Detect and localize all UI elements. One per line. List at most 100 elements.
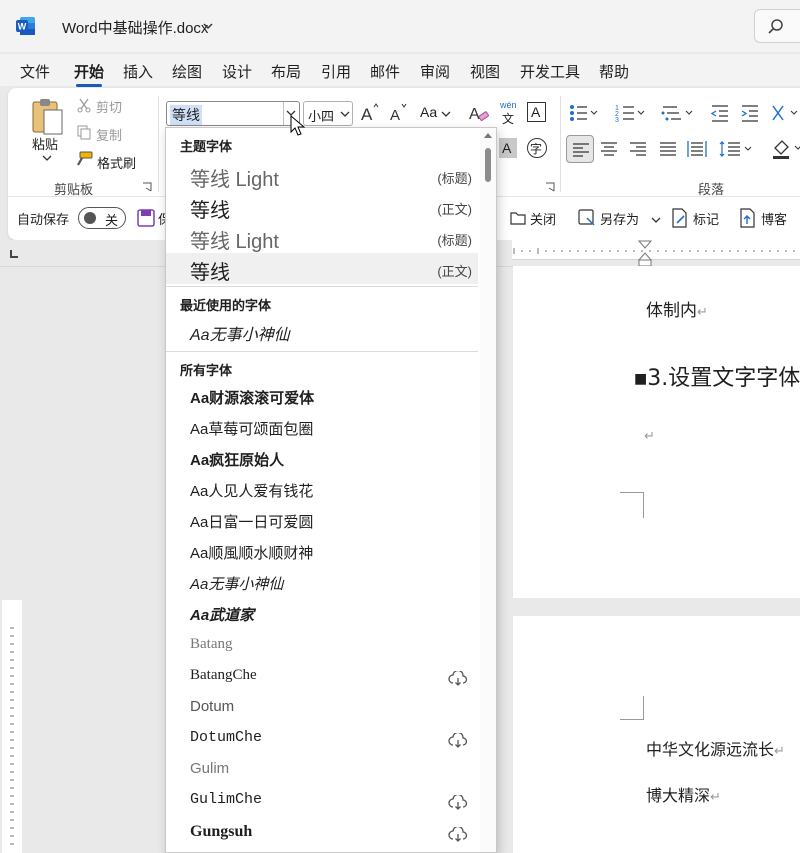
copy-button[interactable]: 复制 xyxy=(96,125,122,144)
font-option[interactable]: Aa疯狂原始人 xyxy=(166,446,478,477)
grow-font-icon[interactable]: A xyxy=(360,102,380,124)
multilevel-list-icon[interactable] xyxy=(661,102,693,124)
tab-stop-selector-icon[interactable] xyxy=(8,248,20,260)
font-option[interactable]: Gulim xyxy=(166,757,478,788)
character-border-button[interactable]: A xyxy=(527,102,546,122)
horizontal-ruler[interactable] xyxy=(512,240,800,260)
doc-line-2[interactable]: 中华文化源远流长↵ xyxy=(646,736,785,760)
font-dropdown-list[interactable]: 主题字体 等线 Light (标题) 等线 (正文) 等线 Light (标题)… xyxy=(165,127,497,853)
shading-bucket-icon[interactable] xyxy=(771,138,800,160)
justify-icon[interactable] xyxy=(659,141,677,157)
dialog-launcher-icon[interactable] xyxy=(142,182,152,192)
phonetic-guide-button[interactable]: 文 xyxy=(502,110,514,127)
increase-indent-icon[interactable] xyxy=(740,102,760,124)
align-center-icon[interactable] xyxy=(600,141,618,157)
dialog-launcher-icon[interactable] xyxy=(545,182,555,192)
align-left-button[interactable] xyxy=(566,135,594,163)
paste-clipboard-icon[interactable] xyxy=(30,96,64,136)
search-box[interactable] xyxy=(754,9,800,43)
font-name-value[interactable]: 等线 xyxy=(170,105,202,125)
tab-review[interactable]: 审阅 xyxy=(420,61,450,82)
font-option[interactable]: 等线 Light (标题) xyxy=(166,222,478,253)
doc-heading-text: 3.设置文字字体 xyxy=(647,366,800,391)
cut-button[interactable]: 剪切 xyxy=(96,97,122,116)
change-case-button[interactable]: Aa xyxy=(420,104,437,120)
font-option-tag: (正文) xyxy=(437,202,472,217)
font-option[interactable]: 等线 (正文) xyxy=(166,253,478,284)
font-option[interactable]: Aa无事小神仙 xyxy=(166,318,478,349)
paste-button[interactable]: 粘贴 xyxy=(32,134,58,153)
scroll-up-arrow-icon[interactable] xyxy=(484,133,492,138)
format-painter-button[interactable]: 格式刷 xyxy=(97,153,136,172)
document-page-2[interactable]: 中华文化源远流长↵ 博大精深↵ xyxy=(513,616,800,853)
font-option[interactable]: 等线 (正文) xyxy=(166,191,478,222)
font-size-value[interactable]: 小四 xyxy=(308,106,334,125)
ribbon-tabs: 文件 开始 插入 绘图 设计 布局 引用 邮件 审阅 视图 开发工具 帮助 xyxy=(0,54,800,87)
font-option[interactable]: DotumChe xyxy=(166,726,478,757)
tab-draw[interactable]: 绘图 xyxy=(172,61,202,82)
mark-button[interactable]: 标记 xyxy=(693,209,719,228)
text-direction-icon[interactable] xyxy=(771,102,800,124)
decrease-indent-icon[interactable] xyxy=(710,102,730,124)
format-painter-icon xyxy=(77,151,93,166)
character-shading-button[interactable]: A xyxy=(499,138,517,158)
tab-help[interactable]: 帮助 xyxy=(599,61,629,82)
tab-references[interactable]: 引用 xyxy=(321,61,351,82)
tab-view[interactable]: 视图 xyxy=(470,61,500,82)
tab-file[interactable]: 文件 xyxy=(20,61,50,82)
font-option[interactable]: BatangChe xyxy=(166,664,478,695)
font-name-combobox[interactable]: 等线 xyxy=(166,101,300,126)
tab-home[interactable]: 开始 xyxy=(74,61,104,82)
paragraph-mark: ↵ xyxy=(710,790,721,805)
doc-line-3[interactable]: 博大精深↵ xyxy=(646,782,721,806)
tab-mailings[interactable]: 邮件 xyxy=(370,61,400,82)
tab-layout[interactable]: 布局 xyxy=(271,61,301,82)
word-app-icon[interactable]: W xyxy=(16,16,36,36)
font-option[interactable]: GulimChe xyxy=(166,788,478,819)
font-option[interactable]: Batang xyxy=(166,633,478,664)
font-option[interactable]: Aa无事小神仙 xyxy=(166,570,478,601)
document-page-1[interactable]: 体制内↵ ■3.设置文字字体 ↵ xyxy=(513,266,800,598)
chevron-down-icon[interactable] xyxy=(202,20,214,32)
indent-marker-icon[interactable] xyxy=(638,240,652,268)
save-as-button[interactable]: 另存为 xyxy=(600,209,639,228)
phonetic-guide-top[interactable]: wén xyxy=(500,100,517,110)
align-right-icon[interactable] xyxy=(629,141,647,157)
document-title[interactable]: Word中基础操作.docx xyxy=(62,17,208,38)
doc-heading[interactable]: ■3.设置文字字体 xyxy=(634,360,800,392)
shrink-font-icon[interactable]: A xyxy=(389,102,409,124)
tab-developer[interactable]: 开发工具 xyxy=(520,61,580,82)
chevron-down-icon[interactable] xyxy=(441,110,451,118)
font-option[interactable]: 等线 Light (标题) xyxy=(166,160,478,191)
line-spacing-icon[interactable] xyxy=(719,140,753,158)
font-size-combobox[interactable]: 小四 xyxy=(303,101,353,126)
vertical-ruler[interactable] xyxy=(2,600,22,853)
font-option[interactable]: Aa草莓可颂面包圈 xyxy=(166,415,478,446)
tab-design[interactable]: 设计 xyxy=(222,61,252,82)
bullet-list-icon[interactable] xyxy=(568,102,598,124)
doc-line-1[interactable]: 体制内↵ xyxy=(646,296,708,321)
font-option[interactable]: Aa日富一日可爱圆 xyxy=(166,508,478,539)
font-option[interactable]: Aa人见人爱有钱花 xyxy=(166,477,478,508)
clear-formatting-icon[interactable]: A xyxy=(468,102,490,124)
scrollbar-thumb[interactable] xyxy=(485,148,491,182)
font-option[interactable]: Aa武道家 xyxy=(166,601,478,632)
numbered-list-icon[interactable]: 1 2 3 xyxy=(615,102,645,124)
svg-text:A: A xyxy=(390,107,400,124)
font-option[interactable]: Gungsuh xyxy=(166,820,478,851)
autosave-toggle[interactable]: 关 xyxy=(78,207,126,229)
font-option-name: Aa武道家 xyxy=(190,607,255,624)
font-option[interactable]: Aa财源滚滚可爱体 xyxy=(166,384,478,415)
font-option[interactable]: Aa顺風顺水顺财神 xyxy=(166,539,478,570)
enclose-characters-button[interactable]: 字 xyxy=(527,138,547,158)
save-icon[interactable] xyxy=(137,209,155,227)
close-button[interactable]: 关闭 xyxy=(530,209,556,228)
font-option-tag: (正文) xyxy=(437,264,472,279)
distributed-align-icon[interactable] xyxy=(687,140,707,158)
chevron-down-icon[interactable] xyxy=(42,154,52,162)
font-option[interactable]: Dotum xyxy=(166,695,478,726)
dropdown-scrollbar[interactable] xyxy=(480,128,496,852)
chevron-down-icon[interactable] xyxy=(651,216,661,224)
tab-insert[interactable]: 插入 xyxy=(123,61,153,82)
blog-button[interactable]: 博客 xyxy=(761,209,787,228)
